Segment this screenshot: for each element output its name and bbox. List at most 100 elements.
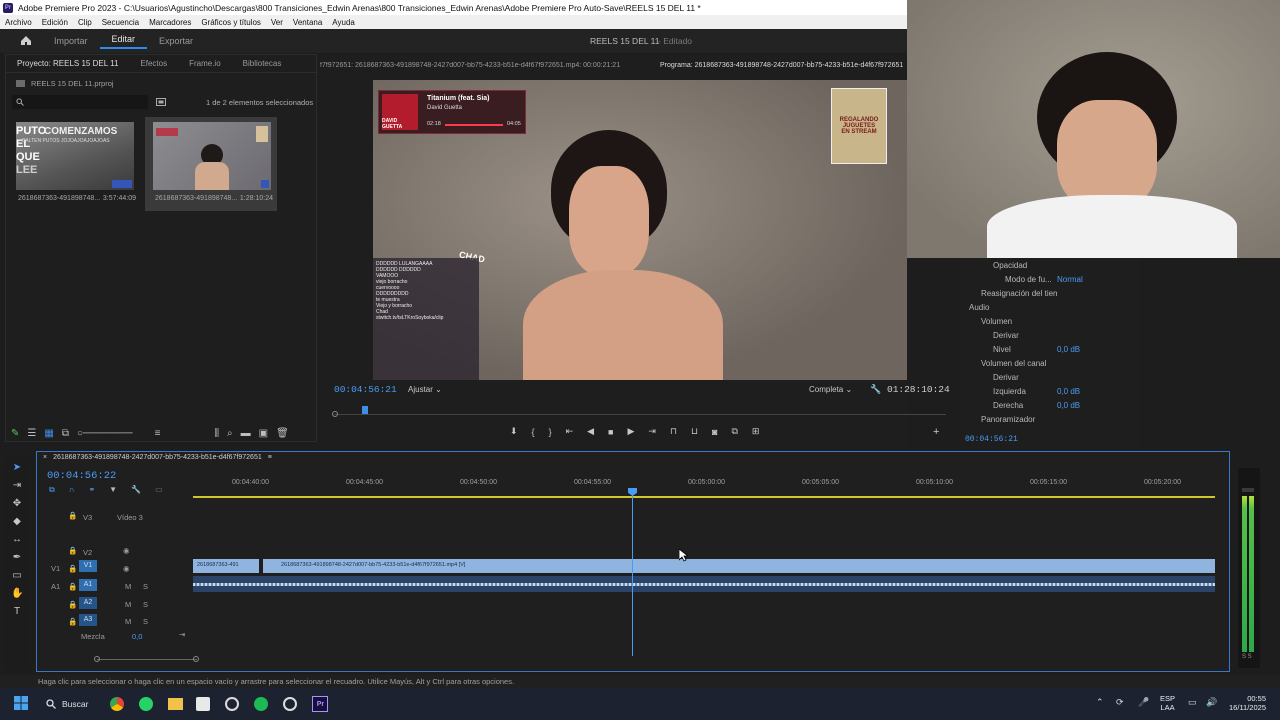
mix-value[interactable]: 0,0 <box>132 632 142 641</box>
capture-app-icon[interactable] <box>196 697 211 711</box>
home-icon[interactable] <box>20 35 32 48</box>
nest-icon[interactable]: ⧉ <box>49 485 55 495</box>
mic-icon[interactable]: 🎤 <box>1138 697 1149 708</box>
track-target-v1[interactable]: V1 <box>79 560 97 572</box>
taskbar-search[interactable]: Buscar <box>46 699 88 709</box>
lock-icon[interactable]: 🔒 <box>68 564 77 573</box>
program-scrubber[interactable] <box>334 414 946 415</box>
insert-icon[interactable]: ⊓ <box>670 426 677 437</box>
step-forward-icon[interactable]: ⇥ <box>648 426 656 437</box>
program-timecode[interactable]: 00:04:56:21 <box>334 384 397 395</box>
automate-icon[interactable]: ⫼ <box>214 428 219 439</box>
scrollbar-handle-left[interactable] <box>94 656 100 662</box>
add-marker-icon[interactable]: ▼ <box>109 485 117 495</box>
source-tab[interactable]: f7f972651: 2618687363-491898748-2427d007… <box>320 62 650 69</box>
premiere-taskbar-icon[interactable]: Pr <box>312 696 329 712</box>
lock-icon[interactable]: 🔒 <box>68 546 77 555</box>
timeline-playhead[interactable] <box>632 490 633 656</box>
captions-icon[interactable]: ▭ <box>155 485 163 495</box>
tab-efectos[interactable]: Efectos <box>129 59 178 68</box>
pen-tool-icon[interactable]: ✒ <box>11 552 23 564</box>
language-indicator[interactable]: ESP LAA <box>1160 694 1175 712</box>
menu-graficos[interactable]: Gráficos y títulos <box>196 18 266 27</box>
solo-icon[interactable]: S <box>143 582 148 591</box>
tab-proyecto[interactable]: Proyecto: REELS 15 DEL 11 <box>6 59 129 68</box>
go-to-in-icon[interactable]: ⇤ <box>566 426 574 437</box>
trash-icon[interactable]: 🗑 <box>276 428 289 439</box>
menu-ventana[interactable]: Ventana <box>288 18 327 27</box>
timeline-horizontal-scrollbar[interactable] <box>97 659 197 660</box>
menu-clip[interactable]: Clip <box>73 18 97 27</box>
tab-editar[interactable]: Editar <box>99 34 148 49</box>
effect-row[interactable]: Volumen <box>965 314 1137 328</box>
project-search-input[interactable] <box>12 95 148 109</box>
rectangle-tool-icon[interactable]: ▭ <box>11 570 23 582</box>
fit-select[interactable]: Ajustar ⌄ <box>408 385 442 394</box>
type-tool-icon[interactable]: T <box>11 606 23 618</box>
solo-icon[interactable]: S <box>143 617 148 626</box>
menu-icon[interactable]: ≡ <box>268 454 272 461</box>
razor-tool-icon[interactable]: ◆ <box>11 516 23 528</box>
menu-archivo[interactable]: Archivo <box>0 18 37 27</box>
file-explorer-icon[interactable] <box>168 698 184 710</box>
lock-icon[interactable]: 🔒 <box>68 617 77 626</box>
lock-icon[interactable]: 🔒 <box>68 511 77 520</box>
tab-frameio[interactable]: Frame.io <box>178 59 232 68</box>
volume-icon[interactable]: 🔊 <box>1206 697 1217 708</box>
new-bin-icon[interactable] <box>156 97 166 108</box>
mute-icon[interactable]: M <box>125 600 131 609</box>
eye-icon[interactable]: ◉ <box>123 564 130 573</box>
zoom-slider[interactable]: ○─────── <box>77 428 133 439</box>
program-tab[interactable]: Programa: 2618687363-491898748-2427d007-… <box>660 62 903 69</box>
hand-tool-icon[interactable]: ✋ <box>11 588 23 600</box>
effect-row[interactable]: Derivar <box>965 370 1137 384</box>
playhead-marker[interactable] <box>362 406 368 414</box>
tab-importar[interactable]: Importar <box>42 36 100 46</box>
video-clip[interactable]: 2618687363-491 <box>193 559 259 573</box>
effect-row-value[interactable]: 0,0 dB <box>1057 387 1080 396</box>
compare-icon[interactable]: ⧉ <box>731 426 737 437</box>
quality-select[interactable]: Completa ⌄ <box>809 385 852 394</box>
freeform-view-icon[interactable]: ⧉ <box>62 428 69 439</box>
menu-ver[interactable]: Ver <box>266 18 288 27</box>
track-target-a2[interactable]: A2 <box>79 597 97 609</box>
solo-icon[interactable]: S <box>143 600 148 609</box>
stop-icon[interactable]: ■ <box>608 427 613 437</box>
effect-row[interactable]: Reasignación del tiempo <box>965 286 1137 300</box>
new-item-icon[interactable]: ▣ <box>259 428 268 439</box>
effect-row[interactable]: Nivel 0,0 dB <box>965 342 1137 356</box>
openai-icon[interactable] <box>225 697 240 711</box>
wrench-settings-icon[interactable]: 🔧 <box>131 485 141 495</box>
network-icon[interactable]: ▭ <box>1188 697 1197 708</box>
track-target-a3[interactable]: A3 <box>79 614 97 626</box>
sequence-tab[interactable]: × 2618687363-491898748-2427d007-bb75-423… <box>43 454 272 461</box>
list-view-icon[interactable]: ☰ <box>27 428 36 439</box>
audio-clip[interactable] <box>193 576 1215 592</box>
mute-icon[interactable]: M <box>125 617 131 626</box>
menu-ayuda[interactable]: Ayuda <box>327 18 360 27</box>
close-icon[interactable]: × <box>43 454 47 461</box>
project-item-selected[interactable]: 2618687363-491898748... 1:28:10:24 <box>145 117 277 211</box>
play-icon[interactable]: ▶ <box>627 426 634 437</box>
project-item[interactable]: PUTO EL QUE LEE COMENZAMOS SALTEN PUTOS … <box>8 117 140 211</box>
effect-row[interactable]: Volumen del canal <box>965 356 1137 370</box>
effect-row-value[interactable]: Normal <box>1057 275 1083 284</box>
overwrite-icon[interactable]: ⊔ <box>691 426 698 437</box>
timeline-timecode[interactable]: 00:04:56:22 <box>47 470 116 482</box>
linked-selection-icon[interactable]: ⚭ <box>88 485 95 495</box>
find-icon[interactable]: ⌕ <box>227 428 233 439</box>
menu-edicion[interactable]: Edición <box>37 18 73 27</box>
step-back-icon[interactable]: ◀ <box>587 426 594 437</box>
marker-icon[interactable]: ⬇ <box>510 426 518 437</box>
whatsapp-icon[interactable] <box>139 697 154 711</box>
effect-row[interactable]: Audio <box>965 300 1137 314</box>
effect-row[interactable]: Opacidad <box>965 258 1137 272</box>
effect-row-value[interactable]: 0,0 dB <box>1057 345 1080 354</box>
chevron-up-icon[interactable]: ⌃ <box>1096 697 1104 708</box>
effect-row-value[interactable]: 0,0 dB <box>1057 401 1080 410</box>
vr-icon[interactable]: ⊞ <box>752 426 760 437</box>
effect-row[interactable]: Derivar <box>965 328 1137 342</box>
effect-row[interactable]: Modo de fu... Normal <box>965 272 1137 286</box>
work-area-bar[interactable] <box>193 496 1215 498</box>
add-button-icon[interactable]: + <box>933 426 939 438</box>
